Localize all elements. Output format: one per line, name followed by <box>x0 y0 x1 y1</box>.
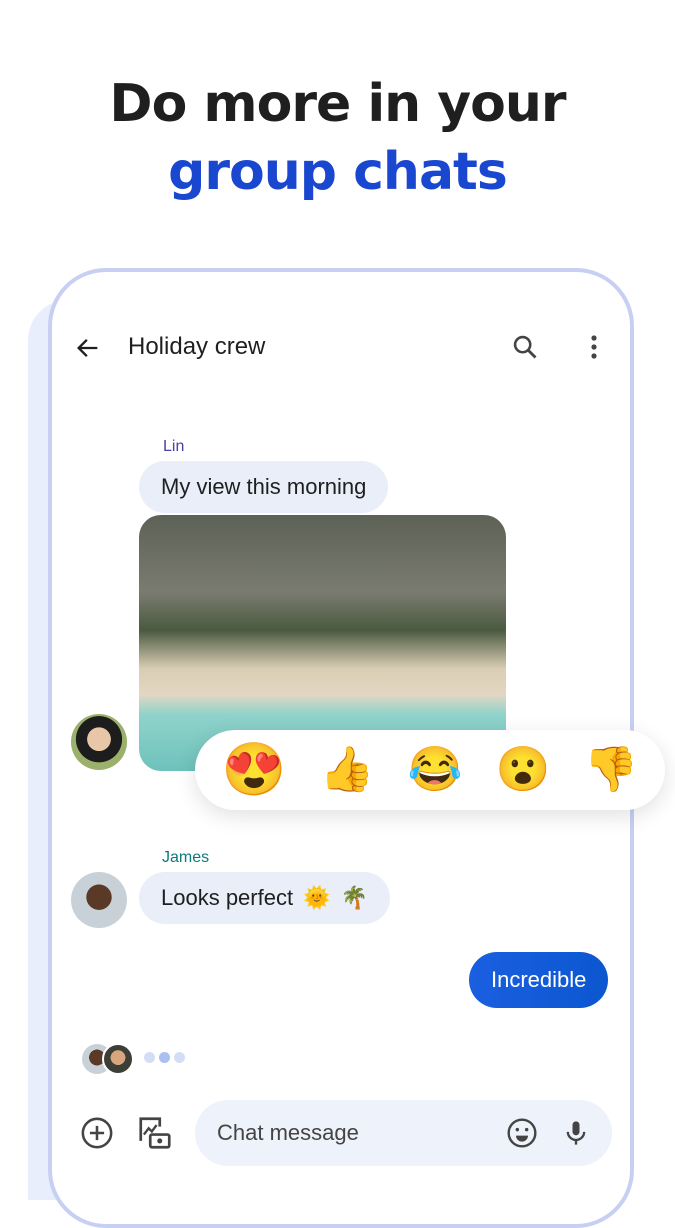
headline-line1: Do more in your <box>109 74 566 134</box>
sender-name-james: James <box>162 849 210 866</box>
reaction-surprised[interactable]: 😮 <box>496 748 551 792</box>
gallery-camera-icon[interactable] <box>136 1114 174 1152</box>
reaction-thumbs-up[interactable]: 👍 <box>320 748 375 792</box>
sender-name-lin: Lin <box>163 438 185 455</box>
more-options-icon[interactable] <box>582 334 606 360</box>
typing-dot <box>144 1052 155 1063</box>
avatar-james[interactable] <box>71 872 127 928</box>
sun-emoji: 🌞 <box>303 885 331 910</box>
reaction-heart-eyes[interactable]: 😍 <box>222 744 287 796</box>
reaction-laughing[interactable]: 😂 <box>408 748 463 792</box>
message-text: Looks perfect <box>161 885 294 910</box>
typing-avatar-other <box>102 1043 134 1075</box>
search-icon[interactable] <box>511 333 539 361</box>
back-arrow-icon[interactable] <box>74 334 102 362</box>
microphone-icon[interactable] <box>562 1117 590 1149</box>
chat-message-placeholder: Chat message <box>217 1120 359 1145</box>
headline: Do more in your group chats <box>0 70 675 206</box>
message-bubble[interactable]: My view this morning <box>139 461 389 513</box>
headline-line2: group chats <box>168 142 508 202</box>
emoji-icon[interactable] <box>506 1117 538 1149</box>
reaction-thumbs-down[interactable]: 👎 <box>584 748 639 792</box>
typing-dot <box>174 1052 185 1063</box>
reaction-picker: 😍 👍 😂 😮 👎 <box>195 730 665 810</box>
typing-indicator <box>82 1043 189 1075</box>
message-bubble[interactable]: Looks perfect 🌞 🌴 <box>139 872 390 924</box>
add-icon[interactable] <box>80 1116 114 1150</box>
typing-dot <box>159 1052 170 1063</box>
chat-message-input[interactable]: Chat message <box>195 1100 612 1166</box>
palm-tree-emoji: 🌴 <box>340 885 368 910</box>
avatar-lin[interactable] <box>71 714 127 770</box>
chat-title: Holiday crew <box>128 333 266 360</box>
outgoing-message-bubble[interactable]: Incredible <box>469 952 609 1008</box>
